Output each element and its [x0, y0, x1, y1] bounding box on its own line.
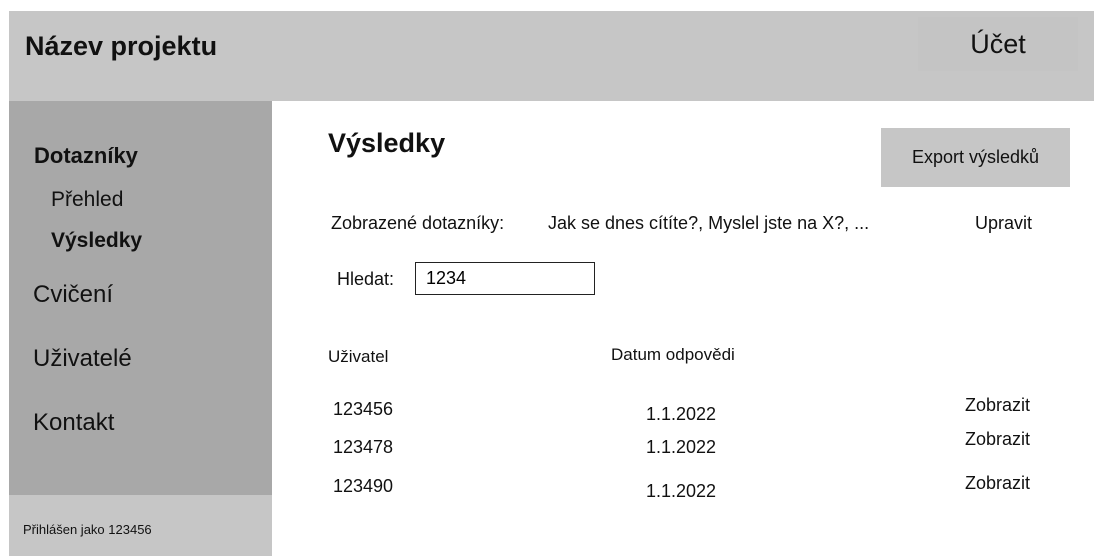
table-row-user: 123490 — [333, 476, 394, 496]
view-row-link[interactable]: Zobrazit — [965, 473, 1030, 494]
search-label: Hledat: — [337, 269, 395, 289]
column-header-date: Datum odpovědi — [611, 345, 735, 364]
table-row-date: 1.1.2022 — [646, 404, 717, 424]
account-button[interactable]: Účet — [918, 17, 1078, 71]
app-title: Název projektu — [25, 31, 218, 61]
view-row-link[interactable]: Zobrazit — [965, 395, 1030, 416]
filter-value: Jak se dnes cítíte?, Myslel jste na X?, … — [548, 213, 870, 233]
filter-label: Zobrazené dotazníky: — [331, 213, 505, 233]
table-row-user: 123478 — [333, 437, 394, 457]
sidebar-item-questionnaires[interactable]: Dotazníky — [34, 143, 138, 169]
table-row-date: 1.1.2022 — [646, 437, 717, 457]
sidebar-item-overview[interactable]: Přehled — [51, 188, 123, 212]
sidebar-item-contact[interactable]: Kontakt — [33, 409, 114, 437]
sidebar-item-users[interactable]: Uživatelé — [33, 345, 132, 373]
view-row-link[interactable]: Zobrazit — [965, 429, 1030, 450]
sidebar-item-exercises[interactable]: Cvičení — [33, 281, 113, 309]
export-results-button[interactable]: Export výsledků — [881, 128, 1070, 187]
table-row-user: 123456 — [333, 399, 394, 419]
column-header-user: Uživatel — [328, 347, 389, 366]
page-title: Výsledky — [328, 128, 446, 158]
table-row-date: 1.1.2022 — [646, 481, 717, 501]
edit-filter-link[interactable]: Upravit — [975, 213, 1032, 234]
logged-in-status: Přihlášen jako 123456 — [23, 522, 152, 537]
search-input[interactable] — [415, 262, 595, 295]
sidebar-item-results[interactable]: Výsledky — [51, 229, 142, 253]
